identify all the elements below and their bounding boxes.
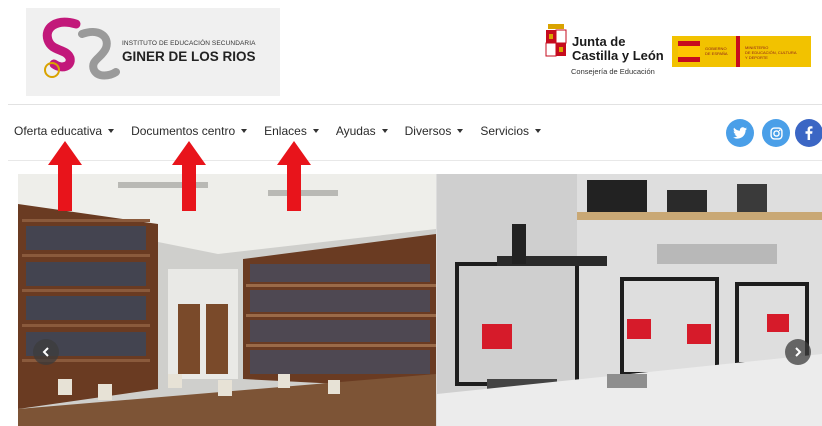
nav-item-label: Documentos centro xyxy=(131,124,236,138)
caret-down-icon xyxy=(381,129,388,133)
jcyl-logo[interactable]: Junta de Castilla y León Consejería de E… xyxy=(545,24,665,80)
nav-item-label: Enlaces xyxy=(264,124,307,138)
caret-down-icon xyxy=(535,129,542,133)
caret-down-icon xyxy=(312,129,319,133)
red-arrow-icon xyxy=(172,141,206,211)
red-arrow-icon xyxy=(48,141,82,211)
red-arrow-icon xyxy=(277,141,311,211)
chevron-right-icon xyxy=(795,347,802,357)
nav-item-label: Ayudas xyxy=(335,124,376,138)
chevron-left-icon xyxy=(42,347,49,357)
nav-divider xyxy=(8,160,822,161)
caret-down-icon xyxy=(457,129,464,133)
3d-printer-lab-photo xyxy=(437,174,822,426)
facebook-button[interactable] xyxy=(795,119,822,147)
nav-item-servicios[interactable]: Servicios xyxy=(480,124,542,138)
twitter-button[interactable] xyxy=(726,119,754,147)
nav-item-enlaces[interactable]: Enlaces xyxy=(264,124,319,138)
jcyl-shield-icon xyxy=(545,24,567,57)
jcyl-name-line2: Castilla y León xyxy=(572,48,664,63)
main-nav: Oferta educativa Documentos centro Enlac… xyxy=(14,124,558,138)
nav-item-oferta-educativa[interactable]: Oferta educativa xyxy=(14,124,115,138)
ministerio-text: MINISTERIO DE EDUCACIÓN, CULTURA Y DEPOR… xyxy=(745,45,797,60)
nav-item-label: Diversos xyxy=(404,124,452,138)
jcyl-department: Consejería de Educación xyxy=(571,67,655,76)
ministry-logo[interactable]: GOBIERNO DE ESPAÑA MINISTERIO DE EDUCACI… xyxy=(672,36,811,67)
carousel-next-button[interactable] xyxy=(785,339,811,365)
nav-item-diversos[interactable]: Diversos xyxy=(405,124,464,138)
instagram-button[interactable] xyxy=(762,119,790,147)
caret-down-icon xyxy=(241,129,248,133)
header-divider xyxy=(8,104,822,105)
instagram-icon xyxy=(769,126,783,140)
school-logo[interactable]: INSTITUTO DE EDUCACIÓN SECUNDARIA GINER … xyxy=(26,8,280,96)
school-subtitle: INSTITUTO DE EDUCACIÓN SECUNDARIA xyxy=(122,40,256,47)
school-logo-mark xyxy=(42,17,120,80)
nav-item-ayudas[interactable]: Ayudas xyxy=(336,124,388,138)
jcyl-name-line1: Junta de xyxy=(572,34,626,49)
school-name: GINER DE LOS RIOS xyxy=(122,49,256,64)
twitter-icon xyxy=(733,127,747,139)
caret-down-icon xyxy=(108,129,115,133)
nav-item-label: Oferta educativa xyxy=(14,124,103,138)
carousel-prev-button[interactable] xyxy=(33,339,59,365)
gobierno-text: GOBIERNO DE ESPAÑA xyxy=(705,46,728,56)
nav-item-label: Servicios xyxy=(480,124,530,138)
spain-flag-stripe xyxy=(678,46,700,57)
library-photo xyxy=(18,174,436,426)
nav-item-documentos-centro[interactable]: Documentos centro xyxy=(131,124,248,138)
facebook-icon xyxy=(805,126,813,140)
image-carousel[interactable] xyxy=(18,174,822,426)
